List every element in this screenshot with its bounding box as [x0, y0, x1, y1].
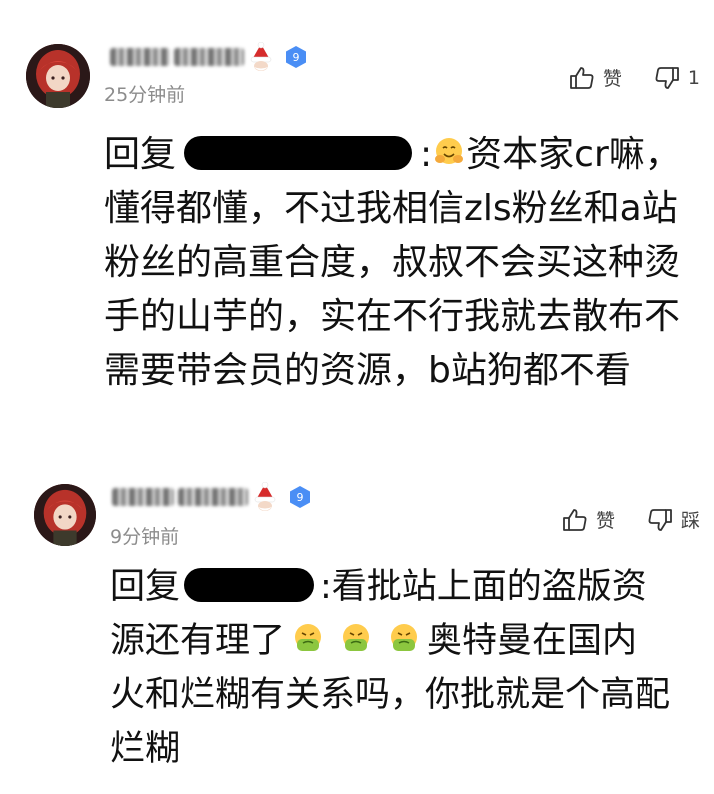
comment-actions: 赞 踩: [562, 506, 700, 533]
username[interactable]: 9: [110, 42, 308, 72]
username[interactable]: 9: [112, 482, 312, 512]
avatar[interactable]: [26, 44, 90, 108]
timestamp: 9分钟前: [110, 526, 180, 548]
level-badge-icon: 9: [286, 46, 306, 68]
blurred-username-part: [112, 488, 174, 506]
level-badge-icon: 9: [290, 486, 310, 508]
reply-prefix: 回复: [110, 567, 181, 607]
redacted-username: [184, 136, 413, 170]
avatar[interactable]: [34, 484, 96, 546]
thumbs-down-icon: [648, 508, 672, 531]
blurred-username-part: [174, 48, 244, 66]
reply-prefix: 回复: [104, 134, 177, 175]
blurred-username-part: [110, 48, 170, 66]
comment-text-line1: :看批站上面的盗版资: [320, 567, 647, 607]
redacted-username: [184, 568, 315, 602]
blurred-username-part: [178, 488, 248, 506]
dislike-label: 踩: [680, 510, 700, 532]
comment-body: 回复 :看批站上面的盗版资 源还有理了 奥特曼在国内火和烂糊有关系吗，你批就是个高配…: [110, 560, 700, 776]
dislike-button[interactable]: 踩: [647, 506, 700, 533]
comment-text-line2b: 奥特曼在国内: [427, 621, 638, 661]
reply-colon: :: [420, 134, 433, 175]
santa-hat-icon: [254, 482, 276, 511]
comment-text-line1: 资本家cr: [466, 134, 609, 175]
comment-item: 9 25分钟前 赞 1 回复: 资本家cr嘛，懂得都懂，不过我相信zls粉丝和a…: [0, 36, 714, 466]
dislike-count: 1: [687, 66, 700, 89]
comment-body: 回复: 资本家cr嘛，懂得都懂，不过我相信zls粉丝和a站粉丝的高重合度，叔叔不…: [104, 128, 704, 398]
like-button[interactable]: 赞: [562, 506, 615, 533]
comment-text-rest: 火和烂糊有关系吗，你批就是个高配烂糊: [110, 675, 671, 769]
thumbs-up-icon: [563, 508, 587, 531]
like-button[interactable]: 赞: [569, 64, 622, 91]
comment-actions: 赞 1: [569, 64, 700, 91]
like-label: 赞: [595, 510, 615, 532]
like-label: 赞: [602, 68, 622, 90]
comment-text-line2a: 源还有理了: [110, 621, 286, 661]
nauseated-face-emoji: [391, 624, 418, 651]
dislike-button[interactable]: 1: [654, 65, 700, 91]
thumbs-down-icon: [655, 66, 679, 89]
thumbs-up-icon: [569, 66, 594, 89]
nauseated-face-emoji: [343, 624, 370, 651]
level-number: 9: [293, 51, 300, 64]
comment-item: 9 9分钟前 赞 踩 回复 :看批站上面的盗版资 源还有理了 奥特曼在国内 火和…: [0, 476, 714, 794]
level-number: 9: [297, 491, 304, 504]
timestamp: 25分钟前: [104, 84, 186, 106]
comment-list: 9 25分钟前 赞 1 回复: 资本家cr嘛，懂得都懂，不过我相信zls粉丝和a…: [0, 0, 714, 794]
nauseated-face-emoji: [295, 624, 322, 651]
hugging-face-emoji: [435, 138, 464, 164]
santa-hat-icon: [250, 42, 272, 71]
